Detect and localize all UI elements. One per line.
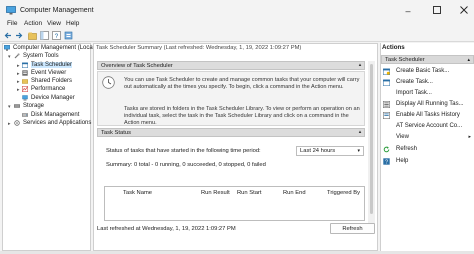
tree-item-performance[interactable]: Performance bbox=[22, 85, 65, 93]
refresh-button[interactable]: Refresh bbox=[330, 223, 375, 234]
collapse-icon[interactable]: ▴ bbox=[357, 129, 363, 136]
tree-root[interactable]: Computer Management (Local bbox=[4, 44, 94, 52]
tree-item-event-viewer[interactable]: Event Viewer bbox=[22, 69, 66, 77]
device-manager-icon bbox=[22, 95, 28, 101]
tree-item-shared-folders[interactable]: Shared Folders bbox=[22, 77, 72, 85]
tree-item-device-manager[interactable]: Device Manager bbox=[22, 94, 75, 102]
action-view[interactable]: View ▸ bbox=[383, 133, 471, 141]
minimize-icon[interactable]: – bbox=[403, 6, 413, 16]
svg-text:?: ? bbox=[55, 33, 59, 40]
action-enable-tasks-history[interactable]: Enable All Tasks History bbox=[383, 111, 460, 119]
time-period-value: Last 24 hours bbox=[300, 148, 336, 154]
menu-help[interactable]: Help bbox=[66, 20, 79, 27]
tree-item-disk-management[interactable]: Disk Management bbox=[22, 111, 79, 119]
task-status-table[interactable]: Task Name Run Result Run Start Run End T… bbox=[104, 186, 365, 221]
shared-folder-icon bbox=[22, 78, 28, 84]
actions-section-task-scheduler[interactable]: Task Scheduler ▴ bbox=[381, 55, 474, 64]
collapse-icon[interactable]: ▴ bbox=[357, 62, 363, 69]
actions-title: Actions bbox=[382, 44, 405, 51]
overview-paragraph-2: Tasks are stored in folders in the Task … bbox=[124, 106, 360, 126]
disk-icon bbox=[22, 112, 28, 118]
chevron-down-icon[interactable]: ▾ bbox=[8, 104, 11, 110]
svg-text:?: ? bbox=[385, 159, 388, 164]
chevron-right-icon[interactable]: ▸ bbox=[17, 71, 20, 77]
status-period-label: Status of tasks that have started in the… bbox=[106, 148, 261, 154]
column-triggered-by[interactable]: Triggered By bbox=[327, 190, 360, 196]
chevron-right-icon[interactable]: ▸ bbox=[8, 121, 11, 127]
window-title: Computer Management bbox=[20, 7, 94, 14]
column-run-end[interactable]: Run End bbox=[283, 190, 306, 196]
summary-header: Task Scheduler Summary (Last refreshed: … bbox=[94, 44, 377, 53]
tools-icon bbox=[14, 53, 20, 59]
tree-root-label: Computer Management (Local bbox=[13, 45, 95, 51]
action-at-service-account[interactable]: AT Service Account Co... bbox=[383, 122, 462, 130]
help-icon: ? bbox=[383, 157, 390, 165]
action-display-running-tasks[interactable]: Display All Running Tas... bbox=[383, 100, 464, 108]
services-icon bbox=[14, 120, 20, 126]
folder-up-icon[interactable] bbox=[28, 31, 37, 40]
performance-icon bbox=[22, 86, 28, 92]
menu-action[interactable]: Action bbox=[24, 20, 42, 27]
show-hide-tree-icon[interactable] bbox=[40, 31, 49, 40]
action-import-task[interactable]: Import Task... bbox=[383, 89, 432, 97]
computer-icon bbox=[4, 45, 10, 51]
action-create-basic-task[interactable]: Create Basic Task... bbox=[383, 67, 449, 75]
refresh-icon bbox=[383, 146, 390, 153]
chevron-right-icon: ▸ bbox=[468, 134, 471, 140]
time-period-select[interactable]: Last 24 hours ▾ bbox=[296, 146, 364, 156]
tree-item-services-and-applications[interactable]: Services and Applications bbox=[14, 119, 91, 127]
status-summary: Summary: 0 total - 0 running, 0 succeede… bbox=[106, 162, 266, 168]
storage-icon bbox=[14, 103, 20, 109]
overview-section-header[interactable]: Overview of Task Scheduler ▴ bbox=[97, 61, 365, 70]
properties-icon[interactable] bbox=[64, 31, 73, 40]
column-run-result[interactable]: Run Result bbox=[201, 190, 230, 196]
help-toolbar-icon[interactable]: ? bbox=[52, 31, 61, 40]
overview-content: You can use Task Scheduler to create and… bbox=[97, 71, 365, 126]
column-run-start[interactable]: Run Start bbox=[237, 190, 262, 196]
running-tasks-icon bbox=[383, 100, 390, 108]
action-refresh[interactable]: Refresh bbox=[383, 145, 417, 153]
action-create-task[interactable]: Create Task... bbox=[383, 78, 433, 86]
back-icon[interactable] bbox=[4, 31, 13, 40]
chevron-right-icon[interactable]: ▸ bbox=[17, 87, 20, 93]
chevron-right-icon[interactable]: ▸ bbox=[17, 79, 20, 85]
task-status-title: Task Status bbox=[101, 130, 131, 136]
clock-icon bbox=[102, 76, 115, 89]
close-icon[interactable] bbox=[459, 6, 469, 16]
center-scrollbar[interactable] bbox=[368, 61, 375, 227]
maximize-icon[interactable] bbox=[432, 6, 442, 16]
forward-icon[interactable] bbox=[14, 31, 23, 40]
task-status-section-header[interactable]: Task Status ▴ bbox=[97, 128, 365, 137]
tree-item-system-tools[interactable]: System Tools bbox=[14, 52, 59, 60]
collapse-icon[interactable]: ▴ bbox=[467, 56, 470, 64]
last-refreshed-text: Last refreshed at Wednesday, 1, 19, 2022… bbox=[97, 226, 236, 232]
computer-management-icon bbox=[6, 6, 16, 15]
create-task-icon bbox=[383, 79, 390, 86]
history-icon bbox=[383, 111, 390, 119]
chevron-down-icon[interactable]: ▾ bbox=[8, 54, 11, 60]
menu-view[interactable]: View bbox=[47, 20, 61, 27]
action-help[interactable]: ? Help bbox=[383, 157, 408, 165]
chevron-right-icon[interactable]: ▸ bbox=[17, 63, 20, 69]
overview-paragraph-1: You can use Task Scheduler to create and… bbox=[124, 77, 360, 91]
menu-file[interactable]: File bbox=[7, 20, 17, 27]
overview-section-title: Overview of Task Scheduler bbox=[101, 63, 173, 69]
task-scheduler-icon bbox=[22, 62, 28, 68]
event-viewer-icon bbox=[22, 70, 28, 76]
scrollbar-thumb[interactable] bbox=[370, 64, 373, 214]
basic-task-icon bbox=[383, 68, 390, 75]
tree-item-task-scheduler[interactable]: Task Scheduler bbox=[22, 61, 73, 69]
tree-item-storage[interactable]: Storage bbox=[14, 102, 44, 110]
chevron-down-icon: ▾ bbox=[357, 148, 360, 154]
column-task-name[interactable]: Task Name bbox=[123, 190, 152, 196]
